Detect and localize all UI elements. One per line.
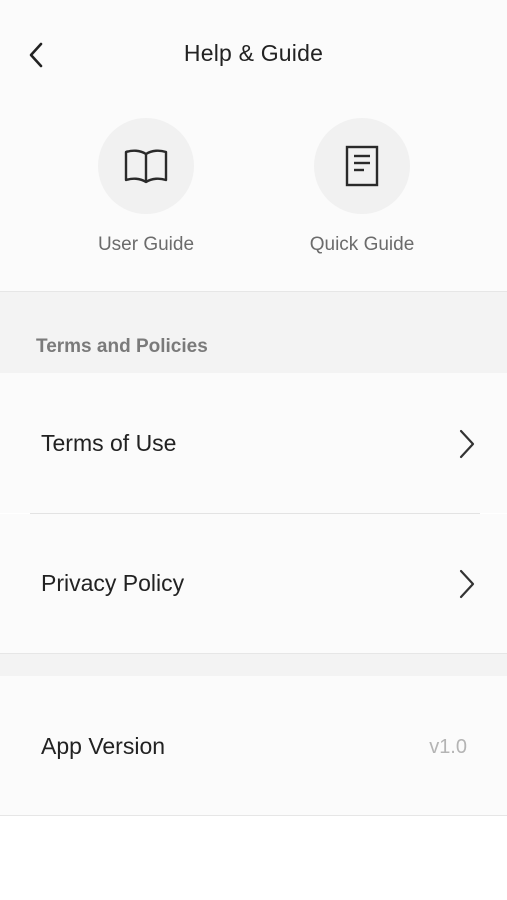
quick-guide-button[interactable]: Quick Guide: [282, 118, 442, 256]
chevron-right-icon: [459, 429, 475, 459]
chevron-right-icon: [459, 569, 475, 599]
app-version-label: App Version: [41, 733, 166, 759]
guides-panel: User Guide Quick Guide: [0, 110, 507, 292]
user-guide-label: User Guide: [97, 234, 195, 255]
quick-guide-label: Quick Guide: [309, 234, 415, 255]
top-bar: Help & Guide: [0, 0, 507, 110]
terms-of-use-label: Terms of Use: [41, 430, 177, 456]
open-book-icon: [124, 149, 168, 184]
app-version-value: v1.0: [429, 736, 467, 758]
user-guide-icon-circle: [98, 118, 194, 214]
divider: [0, 815, 507, 816]
app-version-row: App Version v1.0: [0, 676, 507, 815]
page-title: Help & Guide: [183, 40, 324, 66]
privacy-policy-label: Privacy Policy: [41, 570, 185, 596]
section-header-background: [0, 292, 507, 373]
section-gap: [0, 654, 507, 676]
user-guide-button[interactable]: User Guide: [66, 118, 226, 256]
quick-guide-icon-circle: [314, 118, 410, 214]
document-icon: [345, 145, 379, 187]
terms-of-use-row[interactable]: Terms of Use: [0, 373, 507, 513]
section-title: Terms and Policies: [36, 336, 208, 357]
privacy-policy-row[interactable]: Privacy Policy: [0, 514, 507, 653]
